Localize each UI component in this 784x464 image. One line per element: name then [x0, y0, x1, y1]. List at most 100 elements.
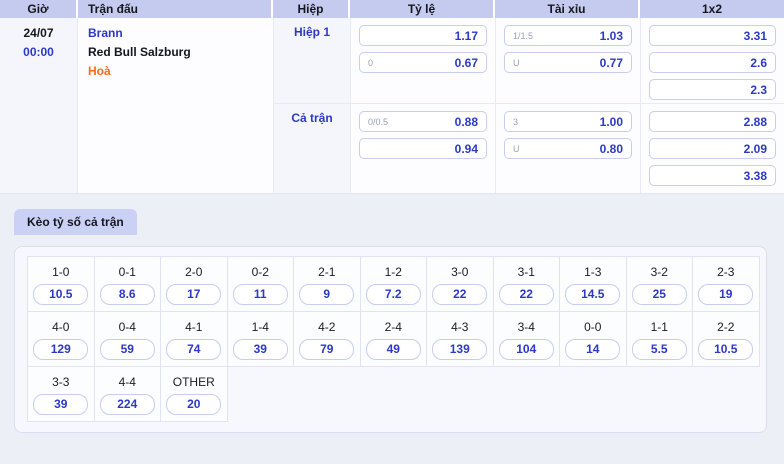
section-first-half: Hiệp 1 1.17 0 0.67 1/1.5 1.03 — [274, 18, 784, 103]
handicap-column: 0/0.5 0.88 0.94 — [350, 104, 495, 193]
score-cell: 4-2 79 — [294, 312, 361, 367]
score-label: 4-4 — [95, 375, 161, 389]
1x2-column: 2.88 2.09 3.38 — [640, 104, 784, 193]
score-odds-button[interactable]: 39 — [33, 394, 88, 415]
header-over-under: Tài xỉu — [495, 0, 640, 18]
match-cell[interactable]: Brann Red Bull Salzburg Hoà — [78, 18, 273, 193]
handicap-odds: 0.67 — [455, 56, 478, 70]
score-cell: 2-2 10.5 — [693, 312, 760, 367]
handicap-odds: 0.88 — [455, 115, 478, 129]
score-label: 3-3 — [28, 375, 94, 389]
score-odds-button[interactable]: 129 — [33, 339, 88, 360]
handicap-line: 0/0.5 — [368, 117, 388, 127]
section-label: Hiệp 1 — [274, 18, 350, 103]
match-date: 24/07 — [0, 24, 77, 43]
score-odds-button[interactable]: 11 — [233, 284, 288, 305]
handicap-line: 0 — [368, 58, 373, 68]
score-cell: 4-1 74 — [161, 312, 228, 367]
score-label: 1-0 — [28, 265, 94, 279]
score-odds-button[interactable]: 49 — [366, 339, 421, 360]
away-win-odds-button[interactable]: 3.38 — [649, 165, 776, 186]
header-period: Hiệp — [273, 0, 350, 18]
correct-score-grid: 1-0 10.5 0-1 8.6 2-0 17 0-2 11 2-1 9 1-2… — [27, 256, 760, 422]
score-odds-button[interactable]: 139 — [432, 339, 487, 360]
away-win-odds-button[interactable]: 2.3 — [649, 79, 776, 100]
odds-table-body: 24/07 00:00 Brann Red Bull Salzburg Hoà … — [0, 18, 784, 193]
score-odds-button[interactable]: 20 — [166, 394, 221, 415]
home-win-odds-button[interactable]: 2.88 — [649, 111, 776, 132]
score-odds-button[interactable]: 14.5 — [565, 284, 620, 305]
away-team-name: Red Bull Salzburg — [88, 43, 273, 62]
draw-label: Hoà — [88, 62, 273, 81]
score-cell: 1-1 5.5 — [627, 312, 694, 367]
home-win-odds-button[interactable]: 3.31 — [649, 25, 776, 46]
score-odds-button[interactable]: 7.2 — [366, 284, 421, 305]
over-odds-button[interactable]: 3 1.00 — [504, 111, 632, 132]
handicap-odds-button[interactable]: 0 0.67 — [359, 52, 487, 73]
score-label: 0-1 — [95, 265, 161, 279]
over-under-line: U — [513, 144, 520, 154]
handicap-odds-button[interactable]: 1.17 — [359, 25, 487, 46]
score-odds-button[interactable]: 10.5 — [698, 339, 753, 360]
over-odds-button[interactable]: 1/1.5 1.03 — [504, 25, 632, 46]
section-label: Cả trận — [274, 104, 350, 193]
under-odds-button[interactable]: U 0.80 — [504, 138, 632, 159]
score-cell: 0-0 14 — [560, 312, 627, 367]
score-odds-button[interactable]: 5.5 — [632, 339, 687, 360]
score-odds-button[interactable]: 14 — [565, 339, 620, 360]
score-odds-button[interactable]: 22 — [499, 284, 554, 305]
score-cell: 1-0 10.5 — [28, 257, 95, 312]
1x2-column: 3.31 2.6 2.3 — [640, 18, 784, 103]
score-cell: 4-4 224 — [95, 367, 162, 422]
score-odds-button[interactable]: 25 — [632, 284, 687, 305]
score-label: 4-3 — [427, 320, 493, 334]
score-cell: 1-2 7.2 — [361, 257, 428, 312]
draw-odds-button[interactable]: 2.09 — [649, 138, 776, 159]
handicap-odds: 1.17 — [455, 29, 478, 43]
over-under-line: 3 — [513, 117, 518, 127]
score-cell: 3-1 22 — [494, 257, 561, 312]
score-cell: 2-3 19 — [693, 257, 760, 312]
score-cell: 2-0 17 — [161, 257, 228, 312]
score-label: 0-2 — [228, 265, 294, 279]
score-cell: 2-1 9 — [294, 257, 361, 312]
score-odds-button[interactable]: 39 — [233, 339, 288, 360]
score-odds-button[interactable]: 22 — [432, 284, 487, 305]
handicap-odds-button[interactable]: 0.94 — [359, 138, 487, 159]
handicap-odds: 0.94 — [455, 142, 478, 156]
score-odds-button[interactable]: 17 — [166, 284, 221, 305]
score-label: 4-0 — [28, 320, 94, 334]
score-odds-button[interactable]: 74 — [166, 339, 221, 360]
score-odds-button[interactable]: 8.6 — [100, 284, 155, 305]
score-label: 2-0 — [161, 265, 227, 279]
1x2-odds: 3.38 — [744, 169, 767, 183]
score-cell: OTHER 20 — [161, 367, 228, 422]
score-odds-button[interactable]: 19 — [698, 284, 753, 305]
score-odds-button[interactable]: 224 — [100, 394, 155, 415]
odds-table: Giờ Trận đấu Hiệp Tỷ lệ Tài xỉu 1x2 24/0… — [0, 0, 784, 194]
score-label: 1-4 — [228, 320, 294, 334]
header-handicap: Tỷ lệ — [350, 0, 495, 18]
handicap-odds-button[interactable]: 0/0.5 0.88 — [359, 111, 487, 132]
header-time: Giờ — [0, 0, 78, 18]
score-cell: 4-0 129 — [28, 312, 95, 367]
over-under-odds: 1.00 — [600, 115, 623, 129]
score-odds-button[interactable]: 10.5 — [33, 284, 88, 305]
score-odds-button[interactable]: 9 — [299, 284, 354, 305]
score-label: 1-2 — [361, 265, 427, 279]
score-cell: 0-2 11 — [228, 257, 295, 312]
under-odds-button[interactable]: U 0.77 — [504, 52, 632, 73]
tab-correct-score[interactable]: Kèo tỷ số cả trận — [14, 209, 137, 235]
home-team-name[interactable]: Brann — [88, 24, 273, 43]
score-label: OTHER — [161, 375, 227, 389]
header-1x2: 1x2 — [640, 0, 784, 18]
draw-odds-button[interactable]: 2.6 — [649, 52, 776, 73]
score-odds-button[interactable]: 104 — [499, 339, 554, 360]
score-cell: 3-0 22 — [427, 257, 494, 312]
score-odds-button[interactable]: 79 — [299, 339, 354, 360]
score-cell: 1-4 39 — [228, 312, 295, 367]
score-label: 1-1 — [627, 320, 693, 334]
score-label: 0-0 — [560, 320, 626, 334]
score-odds-button[interactable]: 59 — [100, 339, 155, 360]
score-cell: 3-3 39 — [28, 367, 95, 422]
